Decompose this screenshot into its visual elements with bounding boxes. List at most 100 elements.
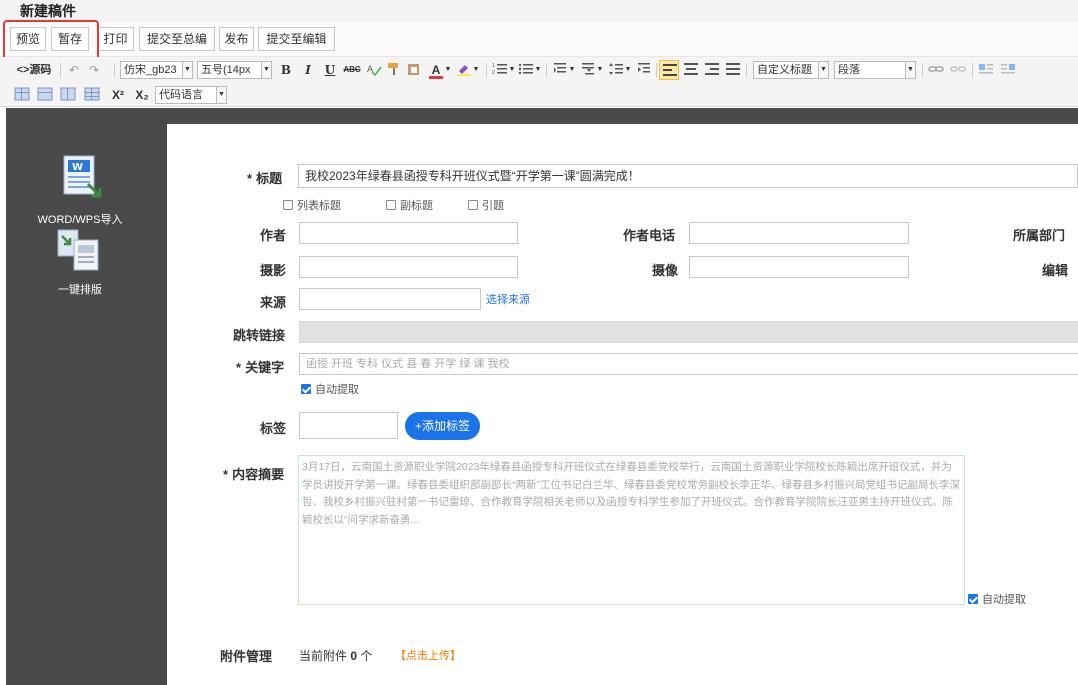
action-bar: 预览 暂存 打印 提交至总编 发布 提交至编辑: [0, 22, 1078, 57]
align-center-icon[interactable]: [683, 62, 699, 76]
indent-icon[interactable]: [636, 62, 652, 76]
toolbar-divider: [60, 63, 61, 77]
chevron-down-icon[interactable]: ▼: [596, 60, 604, 80]
code-language-select[interactable]: 代码语言 ▼: [155, 86, 227, 104]
keywords-input[interactable]: 函授 开班 专科 仪式 县 春 开学 绿 课 我校: [299, 353, 1078, 375]
word-import-tool[interactable]: W WORD/WPS导入: [20, 154, 140, 227]
summary-auto-extract-checkbox[interactable]: 自动提取: [968, 591, 1026, 607]
align-right-icon[interactable]: [704, 62, 720, 76]
ordered-list-icon[interactable]: 12: [492, 62, 508, 76]
print-button[interactable]: 打印: [97, 27, 134, 51]
chevron-down-icon[interactable]: ▼: [534, 60, 542, 80]
image-left-icon[interactable]: [978, 62, 994, 76]
chevron-down-icon: ▼: [216, 87, 226, 103]
custom-heading-value: 自定义标题: [757, 64, 812, 76]
videographer-input[interactable]: [689, 256, 909, 278]
row-spacing-bottom-icon[interactable]: [580, 62, 596, 76]
strikethrough-button[interactable]: ABC: [342, 60, 362, 80]
source-input[interactable]: [299, 288, 481, 310]
image-right-icon[interactable]: [1000, 62, 1016, 76]
author-input[interactable]: [299, 222, 518, 244]
window-titlebar: 新建稿件: [0, 0, 1078, 22]
italic-button[interactable]: I: [300, 60, 316, 80]
bold-button[interactable]: B: [278, 60, 294, 80]
custom-heading-select[interactable]: 自定义标题 ▼: [753, 61, 829, 79]
chevron-down-icon: ▼: [818, 62, 828, 78]
chevron-down-icon: ▼: [261, 62, 271, 78]
one-click-format-label: 一键排版: [58, 284, 102, 296]
word-import-icon: W: [63, 155, 102, 198]
table-merge-right-icon[interactable]: [37, 87, 53, 101]
undo-icon[interactable]: ↶: [66, 60, 82, 80]
redirect-link-label: 跳转链接: [233, 328, 286, 343]
underline-button[interactable]: U: [322, 60, 338, 80]
redo-icon[interactable]: ↷: [86, 60, 102, 80]
align-left-button[interactable]: [659, 60, 679, 80]
font-size-select[interactable]: 五号(14px ▼: [197, 61, 272, 79]
submit-to-chief-button[interactable]: 提交至总编: [139, 27, 215, 51]
font-family-select[interactable]: 仿宋_gb23 ▼: [120, 61, 193, 79]
unordered-list-icon[interactable]: [518, 62, 534, 76]
keywords-auto-extract-checkbox[interactable]: 自动提取: [301, 381, 359, 397]
choose-source-link[interactable]: 选择来源: [486, 291, 530, 307]
spell-check-icon[interactable]: A: [366, 62, 382, 76]
summary-textarea[interactable]: 3月17日，云南国土资源职业学院2023年绿春县函授专科开班仪式在绿春县委党校举…: [298, 455, 965, 605]
chevron-down-icon[interactable]: ▼: [568, 60, 576, 80]
link-icon[interactable]: [928, 62, 944, 76]
title-label: * 标题: [247, 171, 283, 186]
paste-plain-icon[interactable]: [406, 62, 422, 76]
tag-input[interactable]: [299, 412, 398, 439]
save-draft-button[interactable]: 暂存: [51, 27, 89, 51]
submit-to-editor-button[interactable]: 提交至编辑: [258, 27, 335, 51]
svg-text:W: W: [72, 162, 83, 173]
font-size-value: 五号(14px: [201, 64, 251, 76]
window-title: 新建稿件: [20, 3, 76, 19]
table-split-cells-icon[interactable]: [84, 87, 100, 101]
row-spacing-top-icon[interactable]: [552, 62, 568, 76]
checkbox-checked-icon: [301, 384, 311, 394]
align-justify-icon[interactable]: [725, 62, 741, 76]
add-tag-button[interactable]: +添加标签: [405, 412, 480, 440]
superscript-button[interactable]: X²: [108, 85, 128, 105]
author-phone-input[interactable]: [689, 222, 909, 244]
highlight-color-icon[interactable]: [456, 62, 472, 76]
source-label: 来源: [260, 295, 287, 310]
subscript-button[interactable]: X₂: [132, 85, 152, 105]
format-painter-icon[interactable]: [386, 62, 402, 76]
one-click-format-tool[interactable]: 一键排版: [20, 228, 140, 297]
publish-button[interactable]: 发布: [219, 27, 254, 51]
font-color-icon[interactable]: A: [428, 60, 444, 80]
summary-label: * 内容摘要: [223, 467, 285, 482]
redirect-link-input[interactable]: [299, 321, 1078, 343]
preview-button[interactable]: 预览: [10, 27, 46, 51]
photographer-input[interactable]: [299, 256, 518, 278]
sub-title-checkbox[interactable]: 副标题: [386, 197, 433, 213]
svg-text:2: 2: [492, 70, 495, 76]
lead-title-checkbox[interactable]: 引题: [468, 197, 504, 213]
author-phone-label: 作者电话: [623, 228, 676, 243]
keywords-label: * 关键字: [236, 360, 285, 375]
one-click-format-icon: [57, 229, 99, 271]
title-input[interactable]: 我校2023年绿春县函授专科开班仪式暨“开学第一课”圆满完成！: [298, 164, 1078, 188]
line-height-icon[interactable]: [608, 62, 624, 76]
editor-dark-topbar: [6, 108, 1078, 124]
chevron-down-icon[interactable]: ▼: [472, 60, 480, 80]
table-merge-cells-icon[interactable]: [14, 87, 30, 101]
paragraph-format-value: 段落: [838, 64, 860, 76]
upload-attachment-link[interactable]: 【点击上传】: [395, 647, 461, 663]
paragraph-format-select[interactable]: 段落 ▼: [834, 61, 916, 79]
attachments-count: 0: [350, 649, 358, 663]
chevron-down-icon[interactable]: ▼: [444, 60, 452, 80]
table-merge-down-icon[interactable]: [60, 87, 76, 101]
list-title-checkbox[interactable]: 列表标题: [283, 197, 341, 213]
font-family-value: 仿宋_gb23: [124, 64, 177, 76]
photographer-label: 摄影: [260, 263, 287, 278]
chevron-down-icon[interactable]: ▼: [508, 60, 516, 80]
chevron-down-icon[interactable]: ▼: [624, 60, 632, 80]
editor-toolbar-row1: <>源码 ↶ ↷ 仿宋_gb23 ▼ 五号(14px ▼ B I U ABC A…: [0, 57, 1078, 83]
checkbox-icon: [386, 200, 396, 210]
source-code-button[interactable]: <>源码: [14, 60, 54, 80]
unlink-icon[interactable]: [950, 62, 966, 76]
department-label: 所属部门: [1013, 228, 1066, 243]
toolbar-divider: [922, 63, 923, 77]
